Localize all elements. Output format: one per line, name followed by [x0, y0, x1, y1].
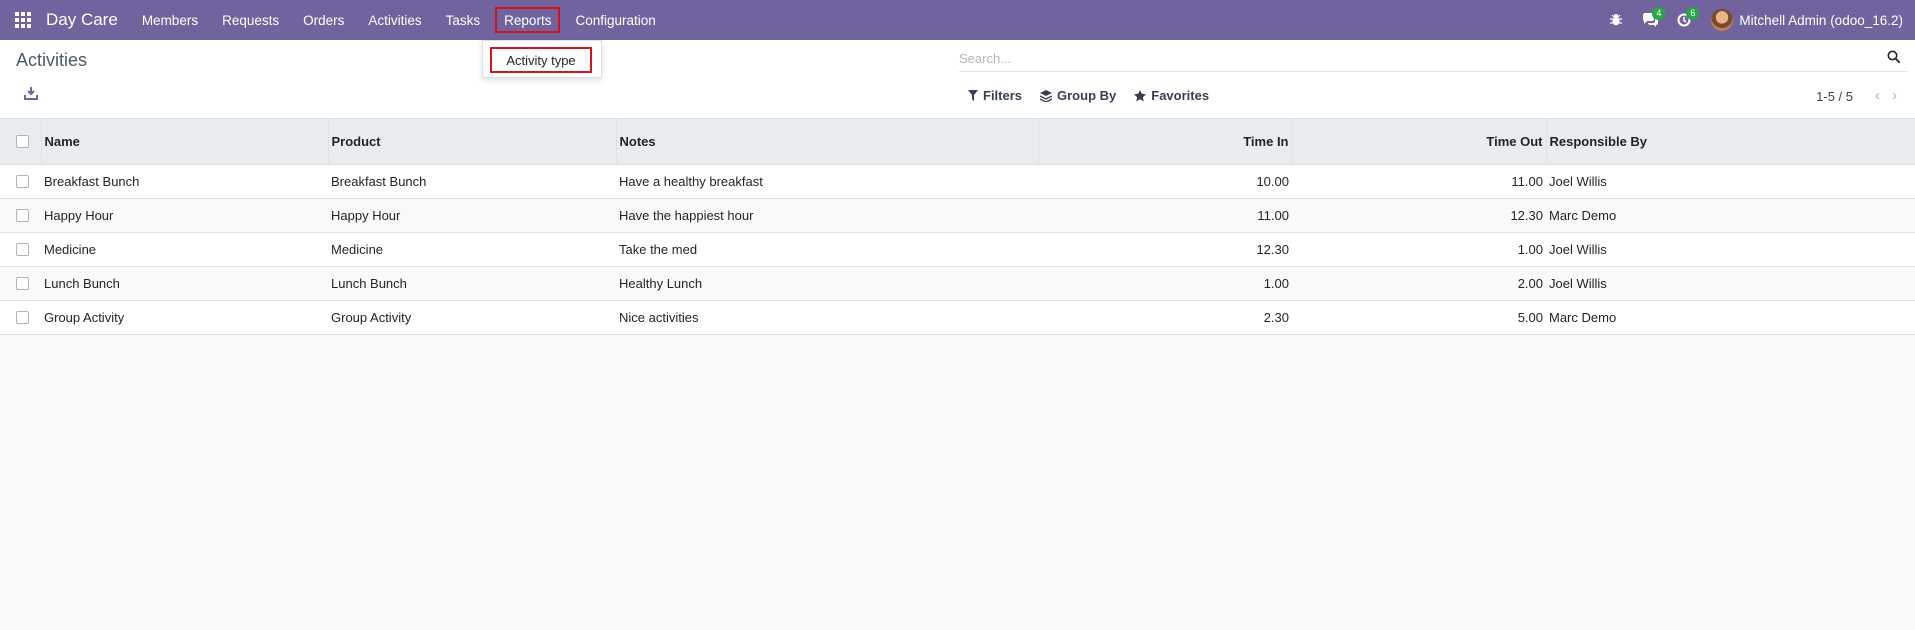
- select-all-checkbox-cell: [0, 119, 42, 165]
- cell-responsible: Joel Willis: [1549, 173, 1607, 189]
- bug-icon[interactable]: [1599, 0, 1633, 40]
- row-checkbox[interactable]: [16, 242, 29, 256]
- download-icon[interactable]: [24, 86, 40, 102]
- column-header-product[interactable]: Product: [328, 119, 617, 165]
- row-checkbox[interactable]: [16, 310, 29, 324]
- navbar-systray: 4 6 Mitchell Admin (odoo_16.2): [1599, 0, 1915, 40]
- cell-notes: Nice activities: [619, 309, 699, 325]
- activities-table: Name Product Notes Time In Time Out Resp…: [0, 119, 1915, 335]
- cell-time-in: 12.30: [1256, 241, 1289, 257]
- cell-time-in: 2.30: [1263, 309, 1289, 325]
- select-all-checkbox[interactable]: [16, 134, 29, 148]
- table-row[interactable]: Happy Hour Happy Hour Have the happiest …: [0, 198, 1915, 232]
- row-checkbox-cell: [0, 266, 41, 300]
- menu-reports-highlight: [495, 7, 561, 33]
- favorites-label: Favorites: [1151, 88, 1210, 103]
- filters-label: Filters: [983, 88, 1023, 103]
- user-menu[interactable]: Mitchell Admin (odoo_16.2): [1739, 13, 1903, 28]
- pager-next-icon[interactable]: ›: [1892, 87, 1897, 104]
- favorites-button[interactable]: Favorites: [1134, 88, 1209, 103]
- column-header-notes[interactable]: Notes: [616, 119, 1039, 165]
- cell-time-out: 11.00: [1511, 173, 1543, 189]
- cell-notes: Have the happiest hour: [619, 207, 754, 223]
- filter-icon: [968, 90, 978, 101]
- cell-time-out: 1.00: [1517, 241, 1543, 257]
- cell-name: Group Activity: [44, 309, 125, 325]
- star-icon: [1134, 89, 1147, 101]
- row-checkbox-cell: [0, 232, 41, 266]
- row-checkbox[interactable]: [16, 174, 29, 188]
- cell-product: Happy Hour: [331, 207, 401, 223]
- cell-time-in: 11.00: [1257, 207, 1289, 223]
- table-row[interactable]: Lunch Bunch Lunch Bunch Healthy Lunch 1.…: [0, 266, 1915, 300]
- cell-responsible: Marc Demo: [1549, 309, 1617, 325]
- pager-previous-icon[interactable]: ‹: [1875, 87, 1880, 104]
- user-avatar[interactable]: [1711, 9, 1734, 31]
- cell-time-in: 1.00: [1263, 275, 1289, 291]
- row-checkbox[interactable]: [16, 276, 29, 290]
- filters-button[interactable]: Filters: [968, 88, 1022, 103]
- menu-activities[interactable]: Activities: [356, 0, 433, 40]
- top-navbar: Day Care Members Requests Orders Activit…: [0, 0, 1915, 40]
- column-header-name[interactable]: Name: [41, 119, 329, 165]
- search-icon[interactable]: [1887, 50, 1903, 66]
- group-by-label: Group By: [1057, 88, 1117, 103]
- pager-value[interactable]: 1-5 / 5: [1816, 89, 1853, 104]
- pager-arrows: ‹ ›: [1875, 87, 1897, 104]
- dropdown-item-activity-type[interactable]: Activity type: [490, 47, 592, 73]
- cell-notes: Healthy Lunch: [619, 275, 703, 291]
- control-panel: Activities Filters Group By Favorites 1-…: [0, 40, 1915, 119]
- menu-requests[interactable]: Requests: [210, 0, 291, 40]
- cell-product: Lunch Bunch: [331, 275, 407, 291]
- table-header-row: Name Product Notes Time In Time Out Resp…: [0, 119, 1915, 165]
- activity-count-badge: 6: [1686, 7, 1700, 20]
- cell-notes: Take the med: [619, 241, 698, 257]
- row-checkbox-cell: [0, 198, 41, 232]
- chat-icon[interactable]: 4: [1633, 0, 1667, 40]
- cell-name: Happy Hour: [44, 207, 114, 223]
- cell-responsible: Joel Willis: [1549, 241, 1607, 257]
- column-header-time-in[interactable]: Time In: [1038, 119, 1293, 165]
- chat-count-badge: 4: [1652, 7, 1666, 20]
- reports-dropdown: Activity type: [482, 40, 602, 78]
- menu-tasks[interactable]: Tasks: [434, 0, 493, 40]
- cell-product: Medicine: [331, 241, 384, 257]
- table-row[interactable]: Breakfast Bunch Breakfast Bunch Have a h…: [0, 164, 1915, 198]
- page-title: Activities: [16, 50, 88, 70]
- cell-time-out: 5.00: [1517, 309, 1543, 325]
- apps-grid-icon[interactable]: [0, 0, 46, 40]
- column-header-time-out[interactable]: Time Out: [1292, 119, 1547, 165]
- cell-name: Medicine: [44, 241, 97, 257]
- clock-icon[interactable]: 6: [1667, 0, 1701, 40]
- layers-icon: [1040, 89, 1053, 102]
- cell-responsible: Marc Demo: [1549, 207, 1617, 223]
- cell-notes: Have a healthy breakfast: [619, 173, 763, 189]
- menu-members[interactable]: Members: [130, 0, 210, 40]
- search-input[interactable]: [959, 46, 1859, 70]
- cell-time-in: 10.00: [1256, 173, 1289, 189]
- cell-responsible: Joel Willis: [1549, 275, 1607, 291]
- cell-product: Group Activity: [331, 309, 412, 325]
- filter-bar: Filters Group By Favorites: [968, 88, 1209, 103]
- cell-product: Breakfast Bunch: [331, 173, 427, 189]
- row-checkbox[interactable]: [16, 208, 29, 222]
- search-bar: [959, 46, 1907, 72]
- cell-time-out: 12.30: [1510, 207, 1543, 223]
- row-checkbox-cell: [0, 164, 41, 198]
- cell-name: Lunch Bunch: [44, 275, 120, 291]
- app-brand[interactable]: Day Care: [46, 10, 118, 30]
- cell-time-out: 2.00: [1517, 275, 1543, 291]
- menu-orders[interactable]: Orders: [291, 0, 356, 40]
- table-row[interactable]: Medicine Medicine Take the med 12.30 1.0…: [0, 232, 1915, 266]
- table-row[interactable]: Group Activity Group Activity Nice activ…: [0, 300, 1915, 334]
- cell-name: Breakfast Bunch: [44, 173, 140, 189]
- column-header-responsible[interactable]: Responsible By: [1546, 119, 1915, 165]
- row-checkbox-cell: [0, 300, 41, 334]
- menu-reports[interactable]: Reports: [492, 0, 563, 40]
- group-by-button[interactable]: Group By: [1040, 88, 1116, 103]
- menu-configuration[interactable]: Configuration: [563, 0, 667, 40]
